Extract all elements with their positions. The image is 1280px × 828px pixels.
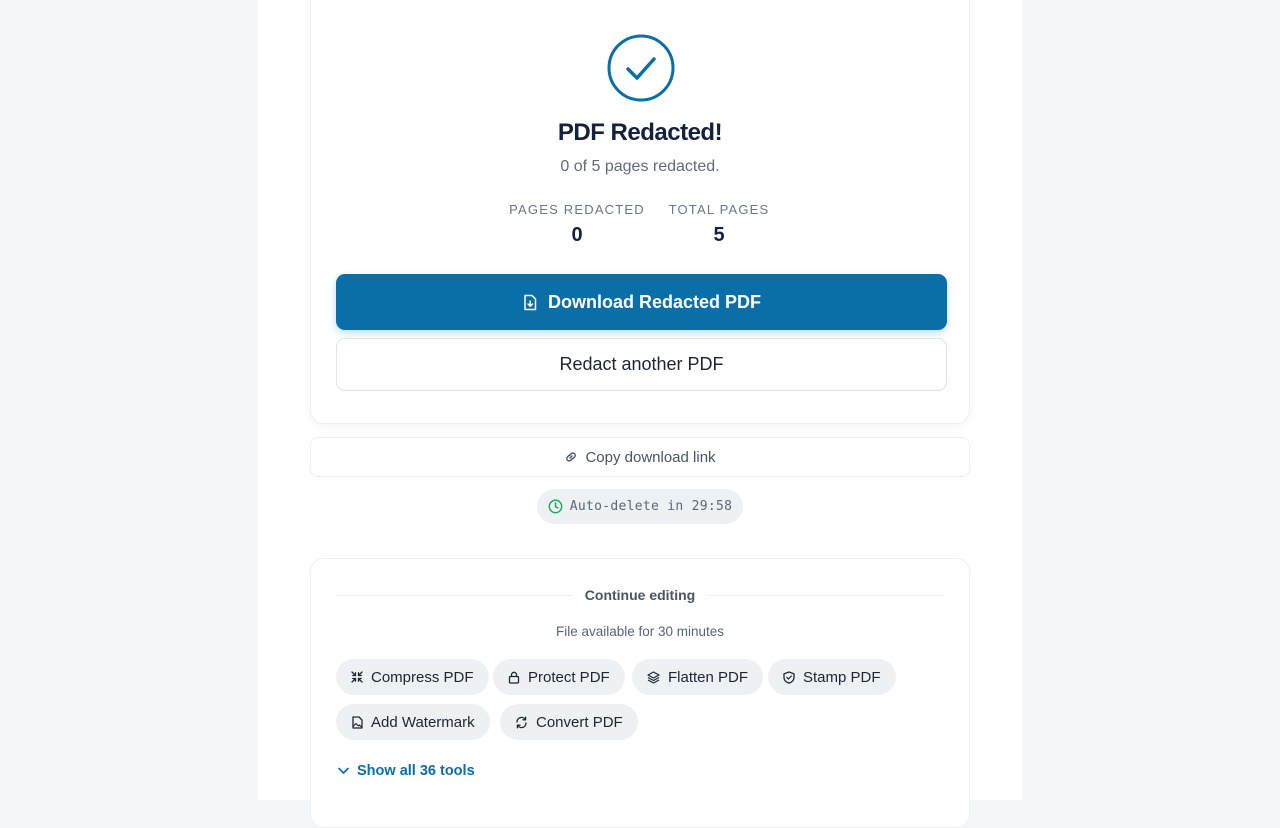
tool-label: Add Watermark <box>371 713 475 731</box>
clock-icon <box>548 499 563 514</box>
redact-another-label: Redact another PDF <box>559 354 724 374</box>
copy-link-button[interactable]: Copy download link <box>310 437 970 477</box>
auto-delete-badge: Auto-delete in 29:58 <box>537 489 743 524</box>
check-circle-icon <box>607 34 675 102</box>
result-subtitle: 0 of 5 pages redacted. <box>560 158 720 175</box>
caret-down-icon <box>338 767 349 774</box>
stat-value: 5 <box>713 224 725 246</box>
layers-icon <box>647 670 660 684</box>
stat-total-pages: TOTAL PAGES 5 <box>663 202 775 247</box>
show-all-tools-link[interactable]: Show all 36 tools <box>338 763 475 779</box>
result-card: PDF Redacted! 0 of 5 pages redacted. PAG… <box>310 0 970 424</box>
shield-icon <box>783 670 795 684</box>
availability-text: File available for 30 minutes <box>555 624 725 639</box>
tool-flatten-pdf[interactable]: Flatten PDF <box>632 659 764 695</box>
show-all-label: Show all 36 tools <box>357 763 475 779</box>
tool-label: Convert PDF <box>536 713 623 731</box>
refresh-icon <box>516 716 527 728</box>
tool-label: Flatten PDF <box>668 668 749 686</box>
tool-add-watermark[interactable]: Add Watermark <box>336 704 490 740</box>
file-download-icon <box>524 294 537 310</box>
tool-label: Protect PDF <box>528 668 610 686</box>
tool-protect-pdf[interactable]: Protect PDF <box>493 659 625 695</box>
copy-link-label: Copy download link <box>585 448 716 466</box>
download-button-label: Download Redacted PDF <box>547 291 762 312</box>
auto-delete-label: Auto-delete in 29:58 <box>569 499 733 514</box>
continue-editing-card: Continue editing File available for 30 m… <box>310 558 970 828</box>
result-title: PDF Redacted! <box>557 119 723 146</box>
redact-another-button[interactable]: Redact another PDF <box>336 338 947 391</box>
stat-value: 0 <box>571 224 583 246</box>
tool-convert-pdf[interactable]: Convert PDF <box>500 704 638 740</box>
stat-label: TOTAL PAGES <box>668 202 770 217</box>
continue-editing-heading: Continue editing <box>584 587 696 603</box>
image-file-icon <box>352 715 363 729</box>
download-button[interactable]: Download Redacted PDF <box>336 274 947 330</box>
stat-pages-redacted: PAGES REDACTED 0 <box>506 202 648 247</box>
link-icon <box>566 452 577 462</box>
compress-icon <box>351 671 363 683</box>
tool-label: Compress PDF <box>371 668 474 686</box>
stat-label: PAGES REDACTED <box>509 202 645 217</box>
tool-compress-pdf[interactable]: Compress PDF <box>336 659 489 695</box>
tool-stamp-pdf[interactable]: Stamp PDF <box>768 659 896 695</box>
lock-icon <box>508 671 520 684</box>
tool-label: Stamp PDF <box>803 668 881 686</box>
